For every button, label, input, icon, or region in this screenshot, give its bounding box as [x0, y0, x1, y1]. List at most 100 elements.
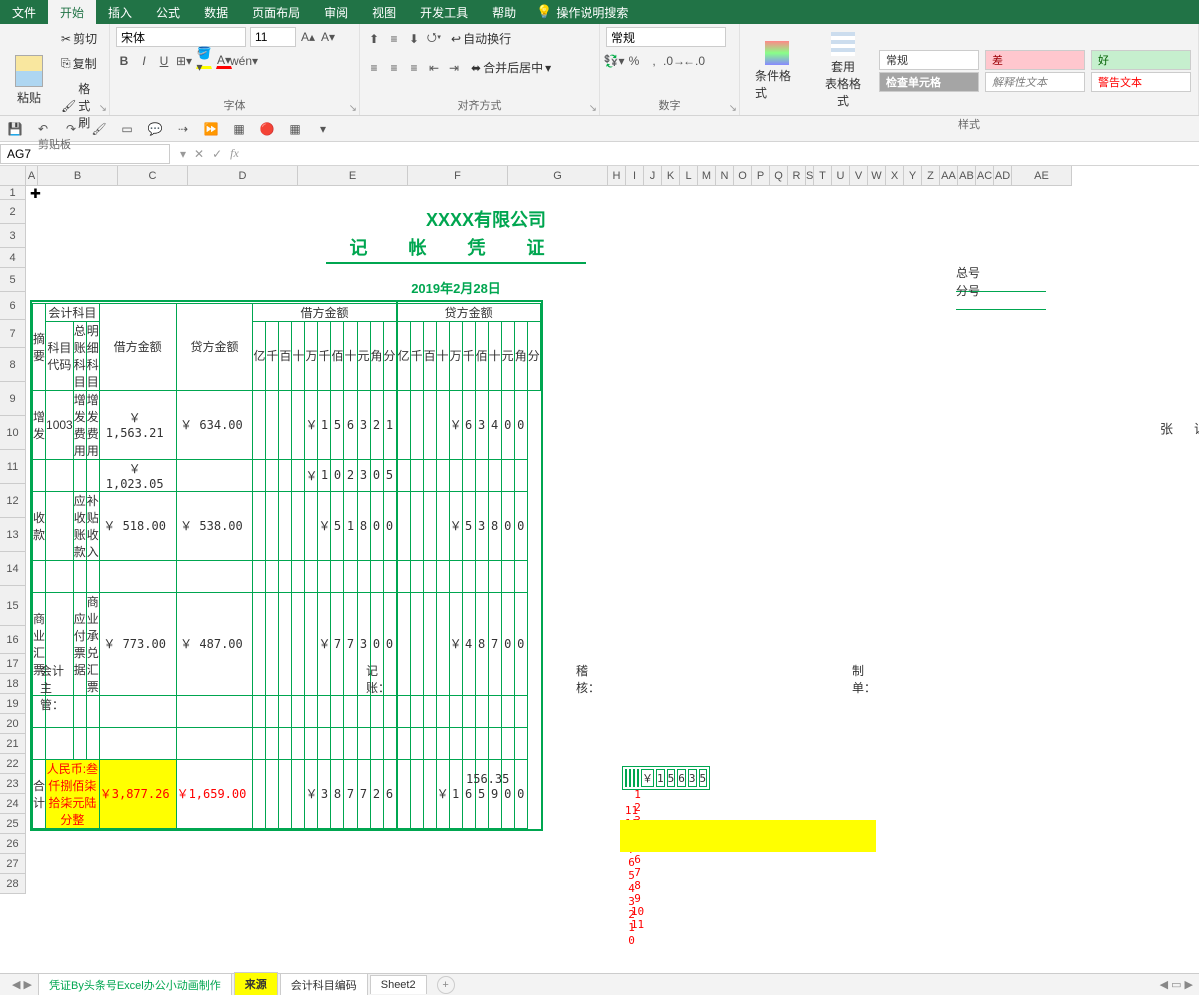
- qat-dropdown[interactable]: ▾: [314, 120, 332, 138]
- col-header[interactable]: M: [698, 166, 716, 186]
- row-header[interactable]: 24: [0, 794, 26, 814]
- sheet-nav[interactable]: ◀ ▶: [6, 978, 38, 991]
- align-center-button[interactable]: ≡: [386, 60, 402, 76]
- col-header[interactable]: Z: [922, 166, 940, 186]
- spreadsheet-grid[interactable]: ABCDEFGHIJKLMNOPQRSTUVWXYZAAABACADAE 123…: [0, 166, 1199, 986]
- align-middle-button[interactable]: ≡: [386, 31, 402, 47]
- decrease-decimal-button[interactable]: ←.0: [686, 53, 702, 69]
- col-header[interactable]: I: [626, 166, 644, 186]
- comma-button[interactable]: ,: [646, 53, 662, 69]
- font-name-select[interactable]: [116, 27, 246, 47]
- row-header[interactable]: 28: [0, 874, 26, 894]
- row-header[interactable]: 10: [0, 416, 26, 450]
- row-header[interactable]: 4: [0, 248, 26, 268]
- conditional-format-button[interactable]: 条件格式: [746, 36, 808, 106]
- indent-increase-button[interactable]: ⇥: [446, 60, 462, 76]
- row-header[interactable]: 11: [0, 450, 26, 484]
- col-header[interactable]: K: [662, 166, 680, 186]
- align-bottom-button[interactable]: ⬇: [406, 31, 422, 47]
- col-header[interactable]: AC: [976, 166, 994, 186]
- col-header[interactable]: L: [680, 166, 698, 186]
- currency-button[interactable]: 💱▾: [606, 53, 622, 69]
- align-right-button[interactable]: ≡: [406, 60, 422, 76]
- row-header[interactable]: 3: [0, 224, 26, 248]
- row-header[interactable]: 25: [0, 814, 26, 834]
- fx-icon[interactable]: fx: [230, 146, 239, 161]
- col-header[interactable]: AA: [940, 166, 958, 186]
- style-explain[interactable]: 解释性文本: [985, 72, 1085, 92]
- row-header[interactable]: 13: [0, 518, 26, 552]
- col-header[interactable]: E: [298, 166, 408, 186]
- orientation-button[interactable]: ⭯▾: [426, 31, 442, 47]
- style-check[interactable]: 检查单元格: [879, 72, 979, 92]
- dialog-launcher-icon[interactable]: ↘: [589, 103, 597, 114]
- row-header[interactable]: 27: [0, 854, 26, 874]
- italic-button[interactable]: I: [136, 53, 152, 69]
- row-header[interactable]: 16: [0, 626, 26, 654]
- col-header[interactable]: V: [850, 166, 868, 186]
- tab-dev[interactable]: 开发工具: [408, 0, 480, 25]
- qat-speak-button[interactable]: 💬: [146, 120, 164, 138]
- sheet-tab[interactable]: 会计科目编码: [280, 973, 368, 995]
- row-header[interactable]: 14: [0, 552, 26, 586]
- format-painter-button[interactable]: 🖌格式刷: [56, 77, 103, 134]
- col-header[interactable]: H: [608, 166, 626, 186]
- col-header[interactable]: U: [832, 166, 850, 186]
- underline-button[interactable]: U: [156, 53, 172, 69]
- indent-decrease-button[interactable]: ⇤: [426, 60, 442, 76]
- col-header[interactable]: S: [806, 166, 814, 186]
- col-header[interactable]: D: [188, 166, 298, 186]
- col-header[interactable]: AD: [994, 166, 1012, 186]
- tab-file[interactable]: 文件: [0, 0, 48, 25]
- phonetic-button[interactable]: wén▾: [236, 53, 252, 69]
- tab-home[interactable]: 开始: [48, 0, 96, 25]
- row-header[interactable]: 2: [0, 200, 26, 224]
- row-header[interactable]: 23: [0, 774, 26, 794]
- col-header[interactable]: O: [734, 166, 752, 186]
- col-header[interactable]: Y: [904, 166, 922, 186]
- merge-center-button[interactable]: ⬌合并后居中▾: [466, 56, 556, 79]
- font-size-select[interactable]: [250, 27, 296, 47]
- style-normal[interactable]: 常规: [879, 50, 979, 70]
- wrap-text-button[interactable]: ↩自动换行: [446, 27, 516, 50]
- row-header[interactable]: 21: [0, 734, 26, 754]
- cut-button[interactable]: ✂剪切: [56, 27, 103, 50]
- cancel-formula-icon[interactable]: ✕: [194, 147, 204, 161]
- name-box-dropdown[interactable]: ▾: [180, 147, 186, 161]
- tab-layout[interactable]: 页面布局: [240, 0, 312, 25]
- col-header[interactable]: C: [118, 166, 188, 186]
- tab-formula[interactable]: 公式: [144, 0, 192, 25]
- row-header[interactable]: 18: [0, 674, 26, 694]
- col-header[interactable]: W: [868, 166, 886, 186]
- style-bad[interactable]: 差: [985, 50, 1085, 70]
- accept-formula-icon[interactable]: ✓: [212, 147, 222, 161]
- qat-button[interactable]: ▦: [230, 120, 248, 138]
- increase-font-button[interactable]: A▴: [300, 29, 316, 45]
- tell-me-search[interactable]: 💡操作说明搜索: [528, 0, 636, 25]
- col-header[interactable]: B: [38, 166, 118, 186]
- row-header[interactable]: 19: [0, 694, 26, 714]
- row-header[interactable]: 22: [0, 754, 26, 774]
- bold-button[interactable]: B: [116, 53, 132, 69]
- row-header[interactable]: 17: [0, 654, 26, 674]
- col-header[interactable]: T: [814, 166, 832, 186]
- col-header[interactable]: N: [716, 166, 734, 186]
- table-format-button[interactable]: 套用 表格格式: [812, 27, 874, 114]
- sheet-tab[interactable]: Sheet2: [370, 975, 427, 994]
- col-header[interactable]: X: [886, 166, 904, 186]
- row-header[interactable]: 9: [0, 382, 26, 416]
- voucher-table[interactable]: 摘 要会计科目借方金额贷方金额借方金额贷方金额科目代码总账科目明细科目亿千百十万…: [30, 300, 543, 831]
- decrease-font-button[interactable]: A▾: [320, 29, 336, 45]
- dialog-launcher-icon[interactable]: ↘: [349, 103, 357, 114]
- align-top-button[interactable]: ⬆: [366, 31, 382, 47]
- col-header[interactable]: Q: [770, 166, 788, 186]
- column-headers[interactable]: ABCDEFGHIJKLMNOPQRSTUVWXYZAAABACADAE: [26, 166, 1072, 186]
- row-header[interactable]: 6: [0, 292, 26, 320]
- tab-review[interactable]: 审阅: [312, 0, 360, 25]
- tab-data[interactable]: 数据: [192, 0, 240, 25]
- style-warn[interactable]: 警告文本: [1091, 72, 1191, 92]
- row-header[interactable]: 8: [0, 348, 26, 382]
- copy-button[interactable]: ⎘复制: [56, 52, 103, 75]
- hscroll-buttons[interactable]: ◀ ▭ ▶: [1160, 978, 1193, 991]
- sheet-tab[interactable]: 来源: [234, 972, 278, 995]
